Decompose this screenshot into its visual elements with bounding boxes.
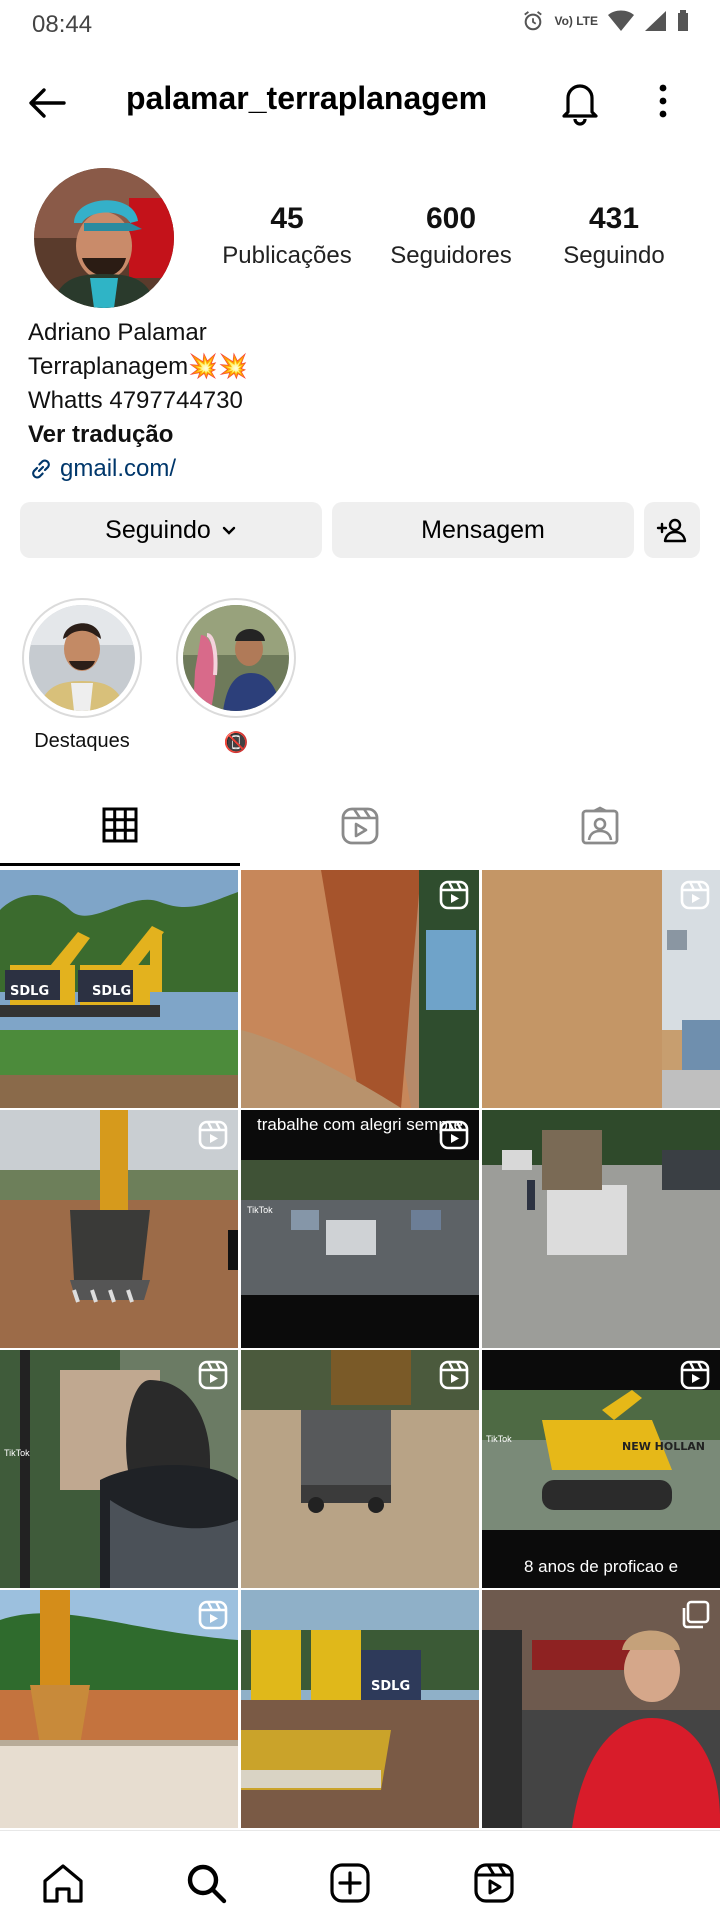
post-caption: 8 anos de proficao e: [523, 1557, 679, 1576]
notifications-button[interactable]: [556, 76, 604, 126]
svg-text:NEW HOLLAN: NEW HOLLAN: [622, 1440, 705, 1453]
stat-value: 431: [588, 202, 640, 235]
tab-tagged[interactable]: [480, 786, 720, 866]
grid-icon: [102, 807, 138, 842]
grid-post[interactable]: NEW HOLLAN TikTok 8 anos de proficao e: [482, 1350, 720, 1588]
profile-actions: Seguindo Mensagem: [20, 502, 700, 558]
stat-label: Publicações: [222, 242, 352, 269]
page-title: palamar_terraplanagem: [126, 80, 488, 116]
tiktok-watermark: TikTok: [247, 1205, 273, 1215]
grid-post[interactable]: [482, 870, 720, 1108]
create-icon: [330, 1863, 370, 1903]
highlight-thumbnail: [183, 605, 289, 711]
more-options-button[interactable]: [648, 76, 678, 126]
carousel-badge-icon: [682, 1600, 710, 1629]
reel-badge-icon: [680, 1360, 710, 1390]
link-text: gmail.com/: [60, 455, 177, 482]
profile-link[interactable]: gmail.com/: [28, 452, 248, 486]
stat-label: Seguindo: [563, 242, 665, 269]
message-button[interactable]: Mensagem: [332, 502, 634, 558]
grid-post[interactable]: [482, 1590, 720, 1828]
search-icon: [187, 1864, 227, 1904]
profile-bio: Adriano Palamar Terraplanagem💥💥 Whatts 4…: [28, 316, 248, 486]
posts-grid: SDLG SDLG trabalhe com alegri sempre Tik…: [0, 870, 720, 1828]
status-icons: Vo) LTE: [522, 10, 690, 32]
followers-count[interactable]: 600 Seguidores: [366, 202, 536, 270]
grid-post[interactable]: SDLG: [241, 1590, 479, 1828]
grid-post[interactable]: [241, 870, 479, 1108]
add-user-icon: [656, 518, 687, 543]
back-arrow-icon: [29, 88, 66, 118]
nav-reels[interactable]: [464, 1853, 524, 1913]
tiktok-watermark: TikTok: [4, 1448, 30, 1458]
reel-badge-icon: [680, 880, 710, 910]
reel-badge-icon: [198, 1120, 228, 1150]
reel-badge-icon: [198, 1360, 228, 1390]
story-highlights: Destaques 📵: [0, 598, 720, 758]
grid-post[interactable]: [241, 1350, 479, 1588]
svg-text:SDLG: SDLG: [92, 984, 131, 999]
tab-reels[interactable]: [240, 786, 480, 866]
reels-icon: [474, 1863, 514, 1903]
highlight-item[interactable]: 📵: [176, 598, 296, 755]
profile-tabs: [0, 786, 720, 866]
svg-text:SDLG: SDLG: [10, 984, 49, 999]
bell-icon: [562, 84, 598, 126]
status-bar: 08:44 Vo) LTE: [0, 0, 720, 50]
more-vertical-icon: [659, 84, 667, 118]
svg-text:SDLG: SDLG: [371, 1679, 410, 1694]
highlight-thumbnail: [29, 605, 135, 711]
stat-label: Seguidores: [390, 242, 512, 269]
posts-count[interactable]: 45 Publicações: [202, 202, 372, 270]
back-button[interactable]: [24, 78, 74, 128]
stat-value: 45: [270, 202, 304, 235]
highlight-ring: [22, 598, 142, 718]
alarm-icon: [524, 11, 543, 31]
bio-line: Whatts 4797744730: [28, 387, 243, 414]
message-label: Mensagem: [421, 515, 545, 544]
highlight-ring: [176, 598, 296, 718]
tab-posts-grid[interactable]: [0, 786, 240, 866]
stat-value: 600: [425, 202, 477, 235]
reel-badge-icon: [439, 1120, 469, 1150]
reels-icon: [341, 807, 379, 845]
nav-home[interactable]: [33, 1853, 93, 1913]
profile-avatar[interactable]: [34, 168, 174, 308]
tagged-icon: [581, 806, 619, 845]
wifi-icon: [608, 10, 634, 31]
reel-badge-icon: [439, 1360, 469, 1390]
grid-post[interactable]: [482, 1110, 720, 1348]
following-count[interactable]: 431 Seguindo: [529, 202, 699, 270]
battery-icon: [678, 10, 688, 31]
grid-post[interactable]: [0, 1110, 238, 1348]
grid-post[interactable]: SDLG SDLG: [0, 870, 238, 1108]
grid-post[interactable]: TikTok: [0, 1350, 238, 1588]
nav-create[interactable]: [320, 1853, 380, 1913]
bottom-nav: [0, 1830, 720, 1932]
bio-line: Terraplanagem💥💥: [28, 353, 248, 380]
reel-badge-icon: [198, 1600, 228, 1630]
chevron-down-icon: [222, 526, 236, 535]
nav-search[interactable]: [176, 1853, 236, 1913]
following-label: Seguindo: [105, 515, 211, 544]
status-time: 08:44: [32, 11, 93, 38]
home-icon: [43, 1864, 83, 1903]
profile-name: Adriano Palamar: [28, 319, 207, 346]
grid-post[interactable]: [0, 1590, 238, 1828]
suggested-users-button[interactable]: [644, 502, 700, 558]
translate-link[interactable]: Ver tradução: [28, 418, 248, 452]
link-icon: [32, 459, 50, 479]
network-label: Vo) LTE: [554, 14, 598, 28]
highlight-label: 📵: [223, 732, 249, 754]
profile-header: palamar_terraplanagem: [0, 66, 720, 136]
highlight-label: Destaques: [34, 730, 130, 752]
tiktok-watermark: TikTok: [486, 1434, 512, 1444]
grid-post[interactable]: trabalhe com alegri sempre TikTok: [241, 1110, 479, 1348]
reel-badge-icon: [439, 880, 469, 910]
signal-icon: [645, 11, 666, 31]
following-button[interactable]: Seguindo: [20, 502, 322, 558]
highlight-item[interactable]: Destaques: [22, 598, 142, 753]
